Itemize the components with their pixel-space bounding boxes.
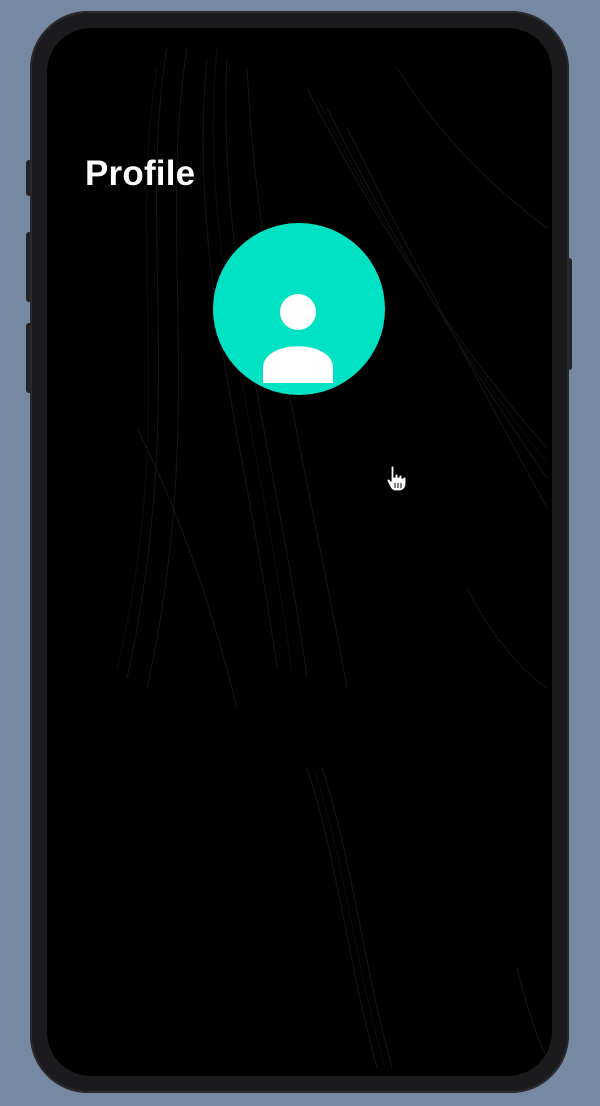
phone-screen: Profile bbox=[47, 28, 552, 1076]
page-title: Profile bbox=[85, 154, 196, 193]
phone-frame: Profile bbox=[30, 11, 569, 1093]
user-silhouette-icon bbox=[263, 294, 333, 383]
hand-pointer-cursor-icon bbox=[386, 465, 407, 492]
avatar[interactable] bbox=[213, 223, 385, 395]
